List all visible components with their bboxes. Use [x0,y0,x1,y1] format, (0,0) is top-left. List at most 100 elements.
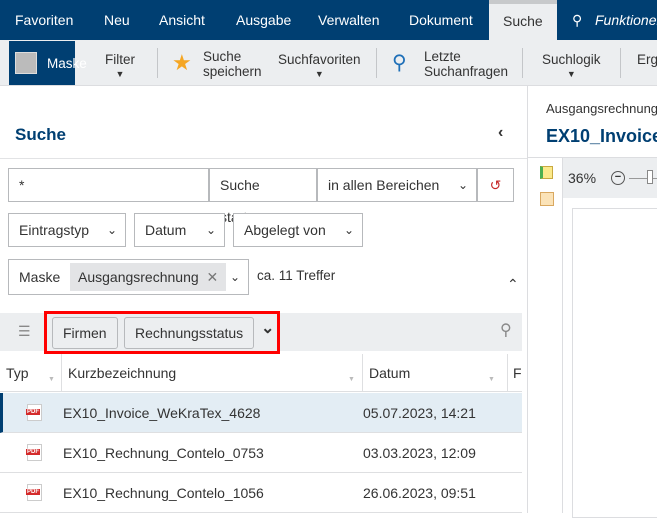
search-input[interactable]: * [8,168,209,202]
pdf-label: PDF [26,409,40,415]
search-logic-button[interactable]: Suchlogik ▼ [542,52,601,82]
chevron-down-icon: ⌄ [343,223,354,237]
remove-chip-icon[interactable]: ✕ [207,269,219,285]
column-typ[interactable]: Typ [6,354,29,392]
column-f[interactable]: F [513,354,522,392]
label: Suchfavoriten [278,52,361,67]
chip-label: Ausgangsrechnung [78,269,199,285]
chevron-down-icon: ⌄ [457,178,468,192]
pdf-icon: PDF [26,444,42,461]
columns-icon[interactable]: ☰ [18,323,31,340]
chevron-down-icon: ⌄ [229,270,240,284]
magnifier-clock-icon: ⚲ [392,52,407,74]
function-search[interactable]: Funktionen [595,0,657,40]
chevron-down-icon: ⌄ [106,223,117,237]
start-search-button[interactable]: Suche starten [209,168,317,225]
divider [0,158,527,159]
filter-button[interactable]: Filter ▼ [105,52,135,82]
row-date: 03.03.2023, 12:09 [363,445,476,461]
pdf-icon: PDF [26,404,42,421]
chevron-down-icon: ⌄ [205,223,216,237]
collapse-panel-icon[interactable]: ‹ [498,124,503,142]
table-row[interactable]: PDF EX10_Rechnung_Contelo_0753 03.03.202… [0,433,522,473]
metadata-info-icon[interactable] [540,166,553,179]
divider [562,158,563,513]
entry-type-filter[interactable]: Eintragstyp ⌄ [8,213,126,247]
row-date: 26.06.2023, 09:51 [363,485,476,501]
panel-divider[interactable] [527,86,528,513]
table-header: Typ ▼ Kurzbezeichnung ▼ Datum ▼ F [0,354,522,392]
scope-value: in allen Bereichen [328,177,440,193]
results-button[interactable]: Erg [637,52,657,67]
hit-count: ca. 11 Treffer [257,268,336,283]
tab-ausgabe[interactable]: Ausgabe [236,0,291,40]
viewer-toolbar: 36% − [563,158,657,198]
chevron-up-icon[interactable]: ⌃ [507,276,519,293]
filed-by-filter[interactable]: Abgelegt von ⌄ [233,213,363,247]
document-page [572,208,657,518]
dropdown-icon: ▼ [115,69,125,79]
tab-favoriten[interactable]: Favoriten [15,0,73,40]
preview-title: EX10_Invoice [546,126,657,146]
pdf-icon: PDF [26,484,42,501]
label: speichern [203,64,262,79]
table-row[interactable]: PDF EX10_Invoice_WeKraTex_4628 05.07.202… [0,393,522,433]
tab-verwalten[interactable]: Verwalten [318,0,379,40]
label: Eintragstyp [19,222,90,238]
filter-label: Filter [105,52,135,67]
row-date: 05.07.2023, 14:21 [363,405,476,421]
divider[interactable] [362,354,363,392]
dropdown-icon: ▼ [566,69,576,79]
tab-ansicht[interactable]: Ansicht [159,0,205,40]
mask-select[interactable]: Maske Ausgangsrechnung ✕ ⌄ [8,259,249,295]
scope-select[interactable]: in allen Bereichen ⌄ [317,168,477,202]
mask-chip: Ausgangsrechnung ✕ [70,263,227,291]
top-navigation: Favoriten Neu Ansicht Ausgabe Verwalten … [0,0,657,40]
divider[interactable] [61,354,62,392]
mask-button[interactable]: Maske [9,41,87,85]
search-favorites-button[interactable]: Suchfavoriten ▼ [278,52,361,82]
date-filter[interactable]: Datum ⌄ [134,213,225,247]
highlight-box [44,311,280,354]
sort-icon[interactable]: ▼ [348,376,355,383]
search-icon[interactable]: ⚲ [500,320,512,340]
zoom-slider-handle[interactable] [647,170,653,184]
mask-label: Maske [47,56,87,71]
label: Suche [203,49,242,64]
row-name: EX10_Invoice_WeKraTex_4628 [63,405,261,421]
save-search-button[interactable]: Suche speichern [203,49,262,79]
label: Suchlogik [542,52,601,67]
divider [376,48,377,78]
tab-suche[interactable]: Suche [489,0,557,40]
table-row[interactable]: PDF EX10_Rechnung_Contelo_1056 26.06.202… [0,473,522,513]
column-datum[interactable]: Datum [369,354,410,392]
sort-icon[interactable]: ▼ [48,376,55,383]
tab-neu[interactable]: Neu [104,0,130,40]
zoom-out-icon[interactable]: − [611,171,625,185]
divider [522,48,523,78]
panel-title: Suche [15,125,67,144]
label: Abgelegt von [244,222,326,238]
list-icon [15,52,37,74]
label: Letzte [424,49,461,64]
dropdown-icon: ▼ [314,69,324,79]
pdf-label: PDF [26,489,40,495]
column-kurzbezeichnung[interactable]: Kurzbezeichnung [68,354,176,392]
pdf-label: PDF [26,449,40,455]
recent-searches-button[interactable]: Letzte Suchanfragen [424,49,508,79]
zoom-level: 36% [568,170,597,186]
sort-icon[interactable]: ▼ [488,376,495,383]
tab-dokument[interactable]: Dokument [409,0,473,40]
row-name: EX10_Rechnung_Contelo_0753 [63,445,264,461]
preview-subtitle: Ausgangsrechnung [546,101,657,116]
ribbon-toolbar: Maske Filter ▼ ★ Suche speichern Suchfavor… [0,40,657,86]
divider [620,48,621,78]
reset-icon: ↺ [489,177,502,193]
row-name: EX10_Rechnung_Contelo_1056 [63,485,264,501]
divider[interactable] [507,354,508,392]
mask-label: Maske [19,269,61,285]
note-icon[interactable] [540,192,554,206]
label: Datum [145,222,187,238]
divider [157,48,158,78]
reset-search-button[interactable]: ↺ [477,168,514,202]
